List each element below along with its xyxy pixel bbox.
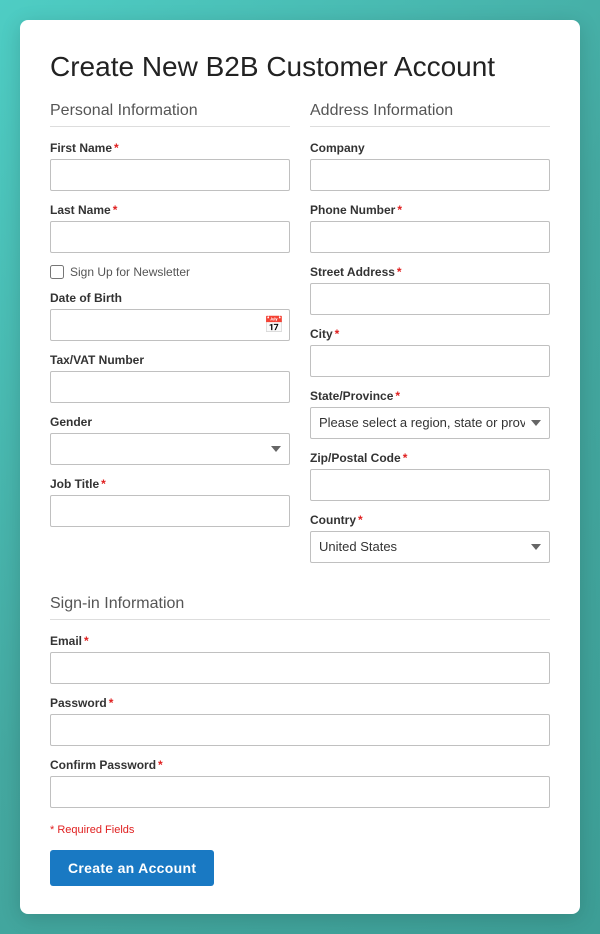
country-group: Country* United States Canada United Kin… [310, 513, 550, 563]
dob-wrapper: 📅 [50, 309, 290, 341]
email-input[interactable] [50, 652, 550, 684]
gender-group: Gender Male Female Not Specified [50, 415, 290, 465]
password-label: Password* [50, 696, 550, 710]
tax-vat-label: Tax/VAT Number [50, 353, 290, 367]
dob-group: Date of Birth 📅 [50, 291, 290, 341]
newsletter-label: Sign Up for Newsletter [70, 265, 190, 279]
page-title: Create New B2B Customer Account [50, 50, 550, 84]
dob-input[interactable] [50, 309, 290, 341]
tax-vat-input[interactable] [50, 371, 290, 403]
first-name-label: First Name* [50, 141, 290, 155]
country-select[interactable]: United States Canada United Kingdom Aust… [310, 531, 550, 563]
phone-required-star: * [397, 203, 402, 217]
city-group: City* [310, 327, 550, 377]
job-title-group: Job Title* [50, 477, 290, 527]
last-name-label: Last Name* [50, 203, 290, 217]
phone-label: Phone Number* [310, 203, 550, 217]
job-title-label: Job Title* [50, 477, 290, 491]
confirm-password-group: Confirm Password* [50, 758, 550, 808]
gender-label: Gender [50, 415, 290, 429]
email-group: Email* [50, 634, 550, 684]
signin-heading: Sign-in Information [50, 595, 550, 620]
state-label: State/Province* [310, 389, 550, 403]
job-title-input[interactable] [50, 495, 290, 527]
phone-input[interactable] [310, 221, 550, 253]
street-required-star: * [397, 265, 402, 279]
password-group: Password* [50, 696, 550, 746]
last-name-required-star: * [113, 203, 118, 217]
city-label: City* [310, 327, 550, 341]
first-name-group: First Name* [50, 141, 290, 191]
first-name-required-star: * [114, 141, 119, 155]
personal-info-heading: Personal Information [50, 102, 290, 127]
password-required-star: * [109, 696, 114, 710]
tax-vat-group: Tax/VAT Number [50, 353, 290, 403]
email-required-star: * [84, 634, 89, 648]
company-input[interactable] [310, 159, 550, 191]
gender-select[interactable]: Male Female Not Specified [50, 433, 290, 465]
street-input[interactable] [310, 283, 550, 315]
personal-info-column: Personal Information First Name* Last Na… [50, 102, 290, 575]
confirm-password-required-star: * [158, 758, 163, 772]
create-account-button[interactable]: Create an Account [50, 850, 214, 886]
company-group: Company [310, 141, 550, 191]
zip-label: Zip/Postal Code* [310, 451, 550, 465]
job-title-required-star: * [101, 477, 106, 491]
email-label: Email* [50, 634, 550, 648]
country-required-star: * [358, 513, 363, 527]
registration-form-card: Create New B2B Customer Account Personal… [20, 20, 580, 914]
zip-group: Zip/Postal Code* [310, 451, 550, 501]
signin-section: Sign-in Information Email* Password* Con… [50, 595, 550, 808]
confirm-password-label: Confirm Password* [50, 758, 550, 772]
confirm-password-input[interactable] [50, 776, 550, 808]
address-info-heading: Address Information [310, 102, 550, 127]
password-input[interactable] [50, 714, 550, 746]
zip-input[interactable] [310, 469, 550, 501]
form-columns: Personal Information First Name* Last Na… [50, 102, 550, 575]
street-label: Street Address* [310, 265, 550, 279]
dob-label: Date of Birth [50, 291, 290, 305]
required-note: * Required Fields [50, 824, 550, 836]
city-required-star: * [335, 327, 340, 341]
newsletter-checkbox[interactable] [50, 265, 64, 279]
newsletter-row: Sign Up for Newsletter [50, 265, 290, 279]
state-select[interactable]: Please select a region, state or provinc… [310, 407, 550, 439]
city-input[interactable] [310, 345, 550, 377]
address-info-column: Address Information Company Phone Number… [310, 102, 550, 575]
state-required-star: * [395, 389, 400, 403]
zip-required-star: * [403, 451, 408, 465]
last-name-group: Last Name* [50, 203, 290, 253]
street-group: Street Address* [310, 265, 550, 315]
phone-group: Phone Number* [310, 203, 550, 253]
last-name-input[interactable] [50, 221, 290, 253]
first-name-input[interactable] [50, 159, 290, 191]
state-group: State/Province* Please select a region, … [310, 389, 550, 439]
company-label: Company [310, 141, 550, 155]
country-label: Country* [310, 513, 550, 527]
